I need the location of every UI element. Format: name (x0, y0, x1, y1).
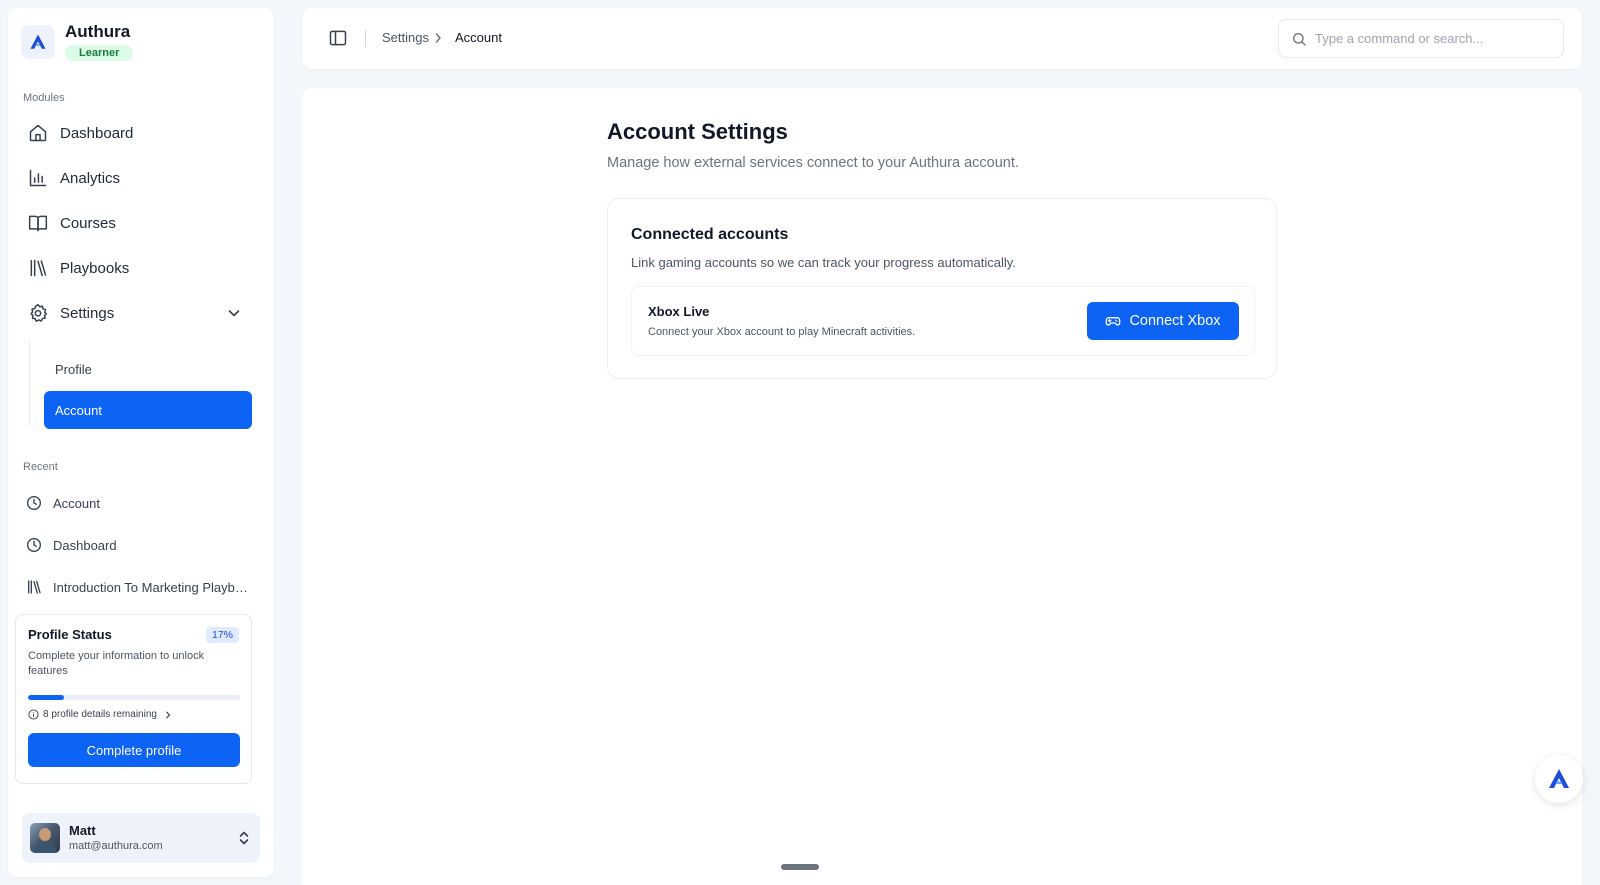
profile-remaining-text: 8 profile details remaining (43, 709, 157, 720)
connect-xbox-button[interactable]: Connect Xbox (1087, 302, 1239, 340)
sidebar-item-label: Playbooks (60, 259, 130, 277)
connect-xbox-label: Connect Xbox (1129, 313, 1221, 329)
sidebar-item-settings[interactable]: Settings (22, 293, 258, 333)
sidebar-item-label: Dashboard (60, 124, 134, 142)
command-search[interactable] (1278, 19, 1564, 58)
assistant-fab-button[interactable] (1535, 755, 1583, 803)
sidebar-toggle-icon[interactable] (328, 28, 348, 48)
profile-status-description: Complete your information to unlock feat… (28, 650, 205, 677)
breadcrumb-account: Account (455, 30, 502, 45)
book-open-icon (28, 213, 48, 233)
sidebar-item-playbooks[interactable]: Playbooks (22, 248, 258, 288)
sidebar-subitem-profile[interactable]: Profile (44, 350, 252, 388)
authura-logo-icon (21, 25, 55, 59)
sidebar-item-label: Courses (60, 214, 116, 232)
user-menu[interactable]: Matt matt@authura.com (22, 813, 260, 863)
recent-item-label: Introduction To Marketing Playbook (53, 579, 248, 595)
drag-handle[interactable] (781, 864, 819, 870)
home-icon (28, 123, 48, 143)
main-content: Account Settings Manage how external ser… (302, 88, 1582, 885)
recent-label: Recent (23, 461, 58, 473)
page-title: Account Settings (607, 119, 788, 144)
breadcrumb-settings[interactable]: Settings (382, 30, 429, 46)
recent-item-account[interactable]: Account (26, 488, 256, 518)
user-email: matt@authura.com (69, 839, 163, 852)
sidebar-item-dashboard[interactable]: Dashboard (22, 113, 258, 153)
chevron-right-icon (166, 711, 171, 718)
app-root: Authura Learner Modules Dashboard Analyt… (0, 0, 1600, 885)
profile-remaining-link[interactable]: 8 profile details remaining (28, 709, 239, 720)
top-bar: Settings Account (302, 8, 1582, 69)
profile-progress-fill (28, 695, 65, 700)
recent-item-label: Account (53, 495, 100, 511)
profile-status-card: Profile Status 17% Complete your informa… (15, 614, 252, 784)
xbox-live-row: Xbox Live Connect your Xbox account to p… (631, 286, 1255, 356)
brand-name: Authura (65, 22, 131, 41)
sidebar: Authura Learner Modules Dashboard Analyt… (8, 8, 274, 877)
page-subtitle: Manage how external services connect to … (607, 155, 1019, 171)
clock-icon (26, 537, 42, 553)
sidebar-item-label: Settings (60, 304, 115, 322)
settings-submenu-rail (29, 341, 30, 426)
recent-item-playbook[interactable]: Introduction To Marketing Playbook (26, 572, 256, 602)
search-input[interactable] (1315, 31, 1555, 46)
chevron-down-icon[interactable] (226, 305, 242, 321)
recent-item-label: Dashboard (53, 537, 117, 553)
search-icon (1293, 32, 1306, 46)
profile-percent-badge: 17% (205, 627, 239, 643)
chevrons-up-down-icon (239, 831, 249, 845)
gamepad-icon (1105, 313, 1121, 329)
chevron-right-icon (435, 33, 441, 43)
service-description: Connect your Xbox account to play Minecr… (648, 326, 916, 338)
sidebar-item-analytics[interactable]: Analytics (22, 158, 258, 198)
card-title: Connected accounts (631, 226, 789, 243)
connected-accounts-card: Connected accounts Link gaming accounts … (607, 198, 1277, 379)
service-name: Xbox Live (648, 304, 710, 319)
modules-label: Modules (23, 92, 65, 104)
avatar (30, 823, 60, 853)
sidebar-subitem-account[interactable]: Account (44, 391, 252, 429)
profile-progress-bar (28, 695, 240, 700)
clock-icon (26, 495, 42, 511)
brand[interactable]: Authura Learner (21, 21, 134, 61)
card-subtitle: Link gaming accounts so we can track you… (631, 255, 1016, 270)
bar-chart-icon (28, 168, 48, 188)
authura-logo-icon (1549, 769, 1569, 788)
toolbar-divider (365, 30, 366, 47)
library-icon (28, 258, 48, 278)
complete-profile-button[interactable]: Complete profile (28, 733, 240, 767)
sidebar-item-courses[interactable]: Courses (22, 203, 258, 243)
recent-item-dashboard[interactable]: Dashboard (26, 530, 256, 560)
role-badge: Learner (65, 45, 134, 61)
user-name: Matt (69, 822, 96, 838)
gear-icon (28, 303, 48, 323)
library-icon (26, 579, 42, 595)
info-icon (28, 709, 39, 720)
sidebar-item-label: Analytics (60, 169, 121, 187)
